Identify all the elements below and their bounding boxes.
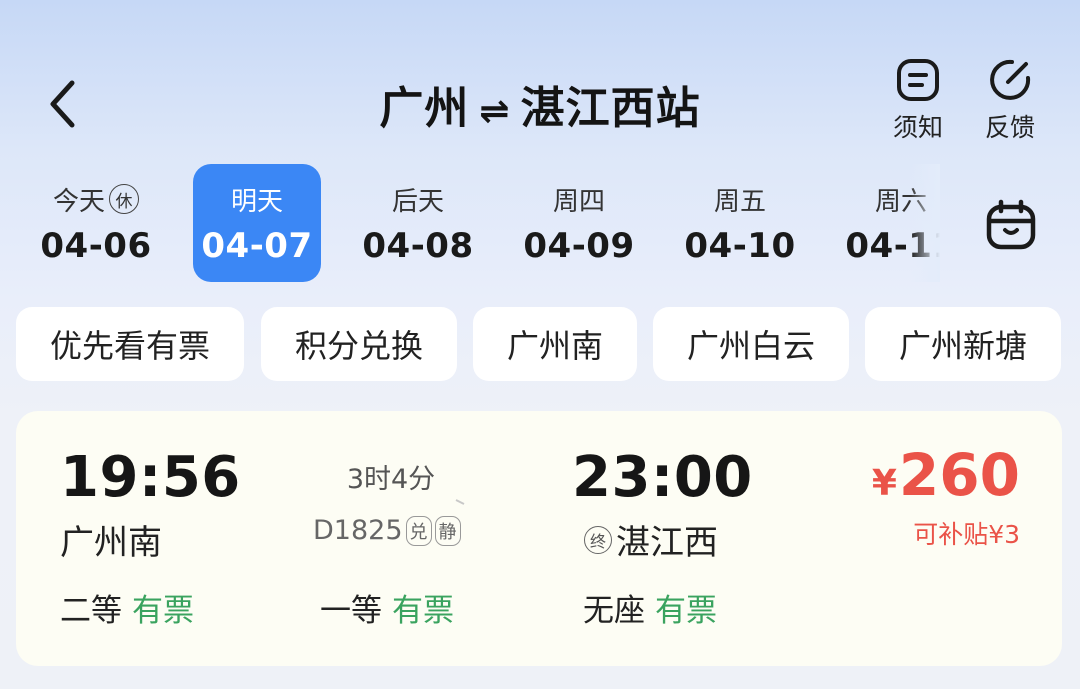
filter-chip-available-first[interactable]: 优先看有票 xyxy=(16,307,244,381)
date-tab[interactable]: 周四 04-09 xyxy=(515,164,643,282)
price: ¥ 260 xyxy=(872,441,1020,509)
subsidy-label: 可补贴¥3 xyxy=(913,520,1020,549)
train-card[interactable]: 19:56 广州南 3时4分 D1825 兑 静 23:00 终 湛江西 ¥ 2… xyxy=(16,411,1062,666)
seat-availability: 有票 xyxy=(392,593,454,629)
exchange-tag: 兑 xyxy=(405,515,432,546)
chevron-left-icon xyxy=(50,80,75,128)
notice-icon xyxy=(897,59,939,101)
weekday-label: 后天 xyxy=(391,186,444,217)
filter-chip-points-exchange[interactable]: 积分兑换 xyxy=(261,307,457,381)
departure-time: 19:56 xyxy=(60,445,241,510)
origin-city: 广州 xyxy=(379,83,470,134)
date-selector: 今天休 04-06 明天 04-07 后天 04-08 周四 04-09 周五 … xyxy=(16,164,940,282)
date-label: 04-09 xyxy=(523,225,635,266)
notice-label: 须知 xyxy=(892,113,943,142)
date-tab[interactable]: 周五 04-10 xyxy=(676,164,804,282)
seat-first-class: 一等 有票 xyxy=(320,585,454,630)
calendar-icon xyxy=(986,199,1036,250)
departure-station: 广州南 xyxy=(60,523,162,563)
price-currency: ¥ xyxy=(871,463,897,504)
date-tab[interactable]: 后天 04-08 xyxy=(354,164,482,282)
weekday-label: 周五 xyxy=(713,186,766,217)
date-label: 04-06 xyxy=(40,225,152,266)
trip-duration: 3时4分 xyxy=(346,464,436,495)
edit-icon xyxy=(990,59,1031,100)
seat-second-class: 二等 有票 xyxy=(60,585,194,630)
seat-class-label: 无座 xyxy=(583,593,645,629)
date-tab-selected[interactable]: 明天 04-07 xyxy=(193,164,321,282)
date-label: 04-10 xyxy=(684,225,796,266)
weekday-label: 周四 xyxy=(552,186,605,217)
notice-button[interactable]: 须知 xyxy=(882,58,954,150)
filter-chip-guangzhou-baiyun[interactable]: 广州白云 xyxy=(653,307,849,381)
seat-class-label: 一等 xyxy=(320,593,382,629)
train-number-group: D1825 兑 静 xyxy=(313,515,461,546)
date-tab[interactable]: 今天休 04-06 xyxy=(32,164,160,282)
seat-availability: 有票 xyxy=(132,593,194,629)
price-value: 260 xyxy=(898,441,1020,509)
seat-no-seat: 无座 有票 xyxy=(583,585,717,630)
feedback-label: 反馈 xyxy=(984,113,1035,142)
filter-chip-guangzhou-south[interactable]: 广州南 xyxy=(473,307,637,381)
feedback-button[interactable]: 反馈 xyxy=(974,58,1046,150)
terminal-badge: 终 xyxy=(584,525,612,554)
seat-class-label: 二等 xyxy=(60,593,122,629)
weekday-label: 明天 xyxy=(230,186,283,217)
arrival-time: 23:00 xyxy=(572,445,753,510)
arrival-station: 湛江西 xyxy=(616,523,718,563)
date-tab[interactable]: 周六 04-11 xyxy=(837,164,940,282)
seat-availability: 有票 xyxy=(655,593,717,629)
duration-arrow-icon xyxy=(316,499,465,506)
destination-station: 湛江西站 xyxy=(520,83,701,134)
quiet-car-tag: 静 xyxy=(434,515,461,546)
train-number: D1825 xyxy=(313,515,403,546)
calendar-button[interactable] xyxy=(982,196,1040,254)
back-button[interactable] xyxy=(36,74,88,134)
date-label: 04-08 xyxy=(362,225,474,266)
arrival-station-group: 终 湛江西 xyxy=(584,515,718,564)
weekday-label: 周六 xyxy=(874,186,927,217)
holiday-badge: 休 xyxy=(109,184,139,214)
filter-chip-guangzhou-xintang[interactable]: 广州新塘 xyxy=(865,307,1061,381)
date-label: 04-11 xyxy=(845,225,940,266)
weekday-label: 今天 xyxy=(52,186,105,217)
date-label: 04-07 xyxy=(201,225,313,266)
exchange-icon: ⇌ xyxy=(479,91,511,132)
